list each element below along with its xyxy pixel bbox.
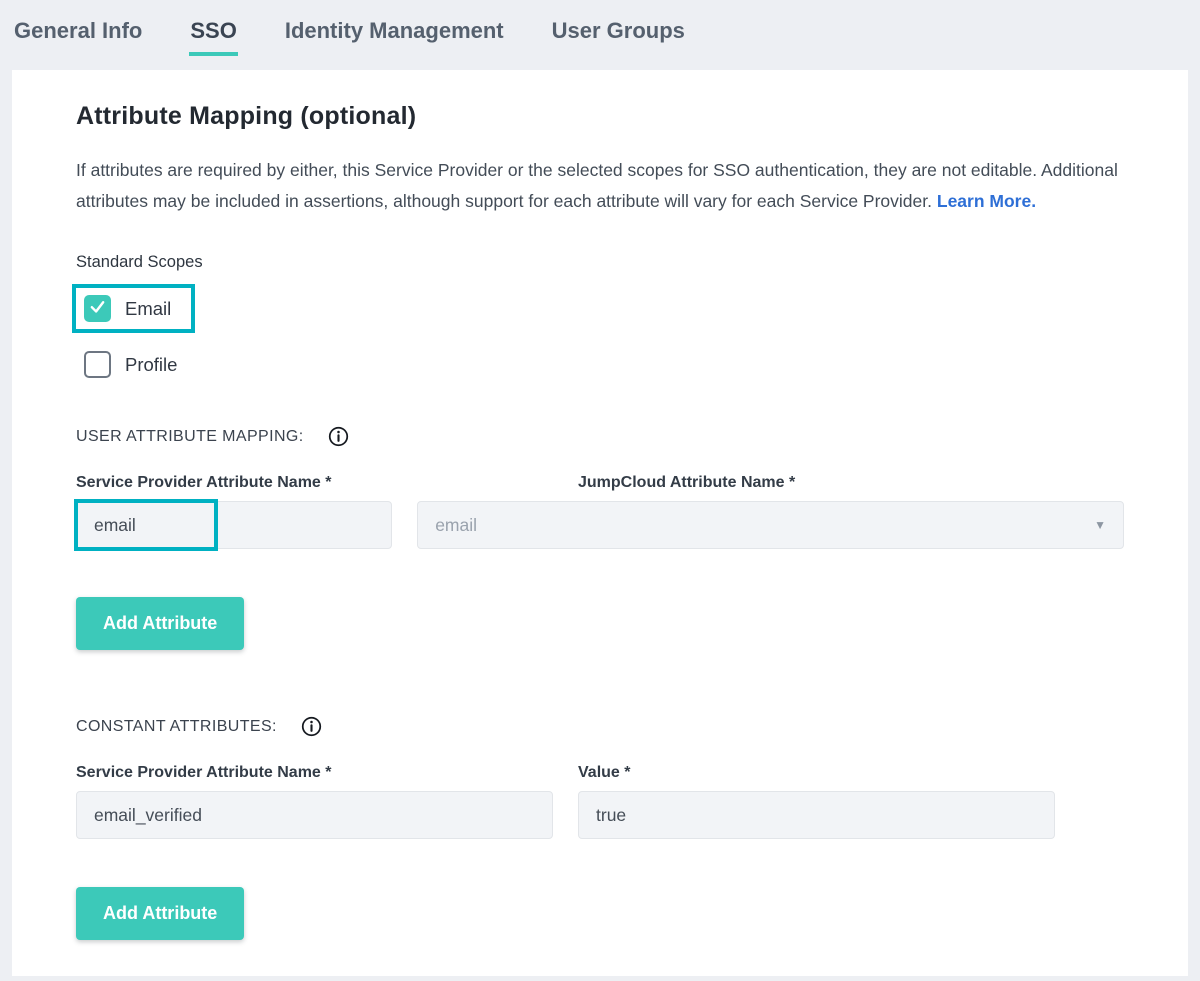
section-description: If attributes are required by either, th… [76,155,1121,217]
jumpcloud-attribute-name-label: JumpCloud Attribute Name * [578,474,1055,492]
sp-attribute-name-label: Service Provider Attribute Name * [76,474,553,492]
uam-column-labels: Service Provider Attribute Name * JumpCl… [76,474,1124,492]
constant-sp-attribute-name-label: Service Provider Attribute Name * [76,764,553,782]
constant-sp-attribute-input-wrap [76,791,553,839]
profile-checkbox[interactable] [84,351,111,378]
jumpcloud-attribute-select[interactable]: email ▼ [417,501,1124,549]
constant-attributes-heading: CONSTANT ATTRIBUTES: [76,716,1124,737]
constant-value-label: Value * [578,764,1055,782]
constant-attr-column-labels: Service Provider Attribute Name * Value … [76,764,1124,782]
scope-email-row: Email [72,284,195,333]
standard-scopes-group: Email Profile [76,272,1124,378]
tab-bar: General Info SSO Identity Management Use… [0,0,1200,70]
constant-sp-attribute-name-input[interactable] [76,791,553,839]
jumpcloud-attribute-selected-value: email [435,515,477,536]
standard-scopes-label: Standard Scopes [76,253,1124,272]
add-constant-attribute-button[interactable]: Add Attribute [76,887,244,940]
scope-profile-row: Profile [76,351,177,378]
info-icon[interactable] [301,716,322,737]
constant-attr-row [76,791,1124,839]
constant-value-input-wrap [578,791,1055,839]
learn-more-link[interactable]: Learn More. [937,191,1036,211]
add-user-attribute-button[interactable]: Add Attribute [76,597,244,650]
checkmark-icon [89,298,106,320]
sp-attribute-input-wrap [76,501,392,549]
tab-user-groups[interactable]: User Groups [551,16,686,52]
uam-row: email ▼ [76,501,1124,549]
constant-value-input[interactable] [578,791,1055,839]
scope-profile-label: Profile [125,354,177,376]
sso-configuration-screen: General Info SSO Identity Management Use… [0,0,1200,981]
sp-attribute-name-input[interactable] [76,501,392,549]
email-checkbox[interactable] [84,295,111,322]
user-attribute-mapping-heading: USER ATTRIBUTE MAPPING: [76,426,1124,447]
constant-attributes-title: CONSTANT ATTRIBUTES: [76,718,277,736]
tab-general-info[interactable]: General Info [13,16,143,52]
scope-email-label: Email [125,298,171,320]
content-panel: Attribute Mapping (optional) If attribut… [12,70,1188,976]
user-attribute-mapping-title: USER ATTRIBUTE MAPPING: [76,428,304,446]
page-title: Attribute Mapping (optional) [76,102,1124,131]
tab-sso[interactable]: SSO [189,16,237,56]
info-icon[interactable] [328,426,349,447]
chevron-down-icon: ▼ [1094,519,1106,531]
tab-identity-management[interactable]: Identity Management [284,16,505,52]
